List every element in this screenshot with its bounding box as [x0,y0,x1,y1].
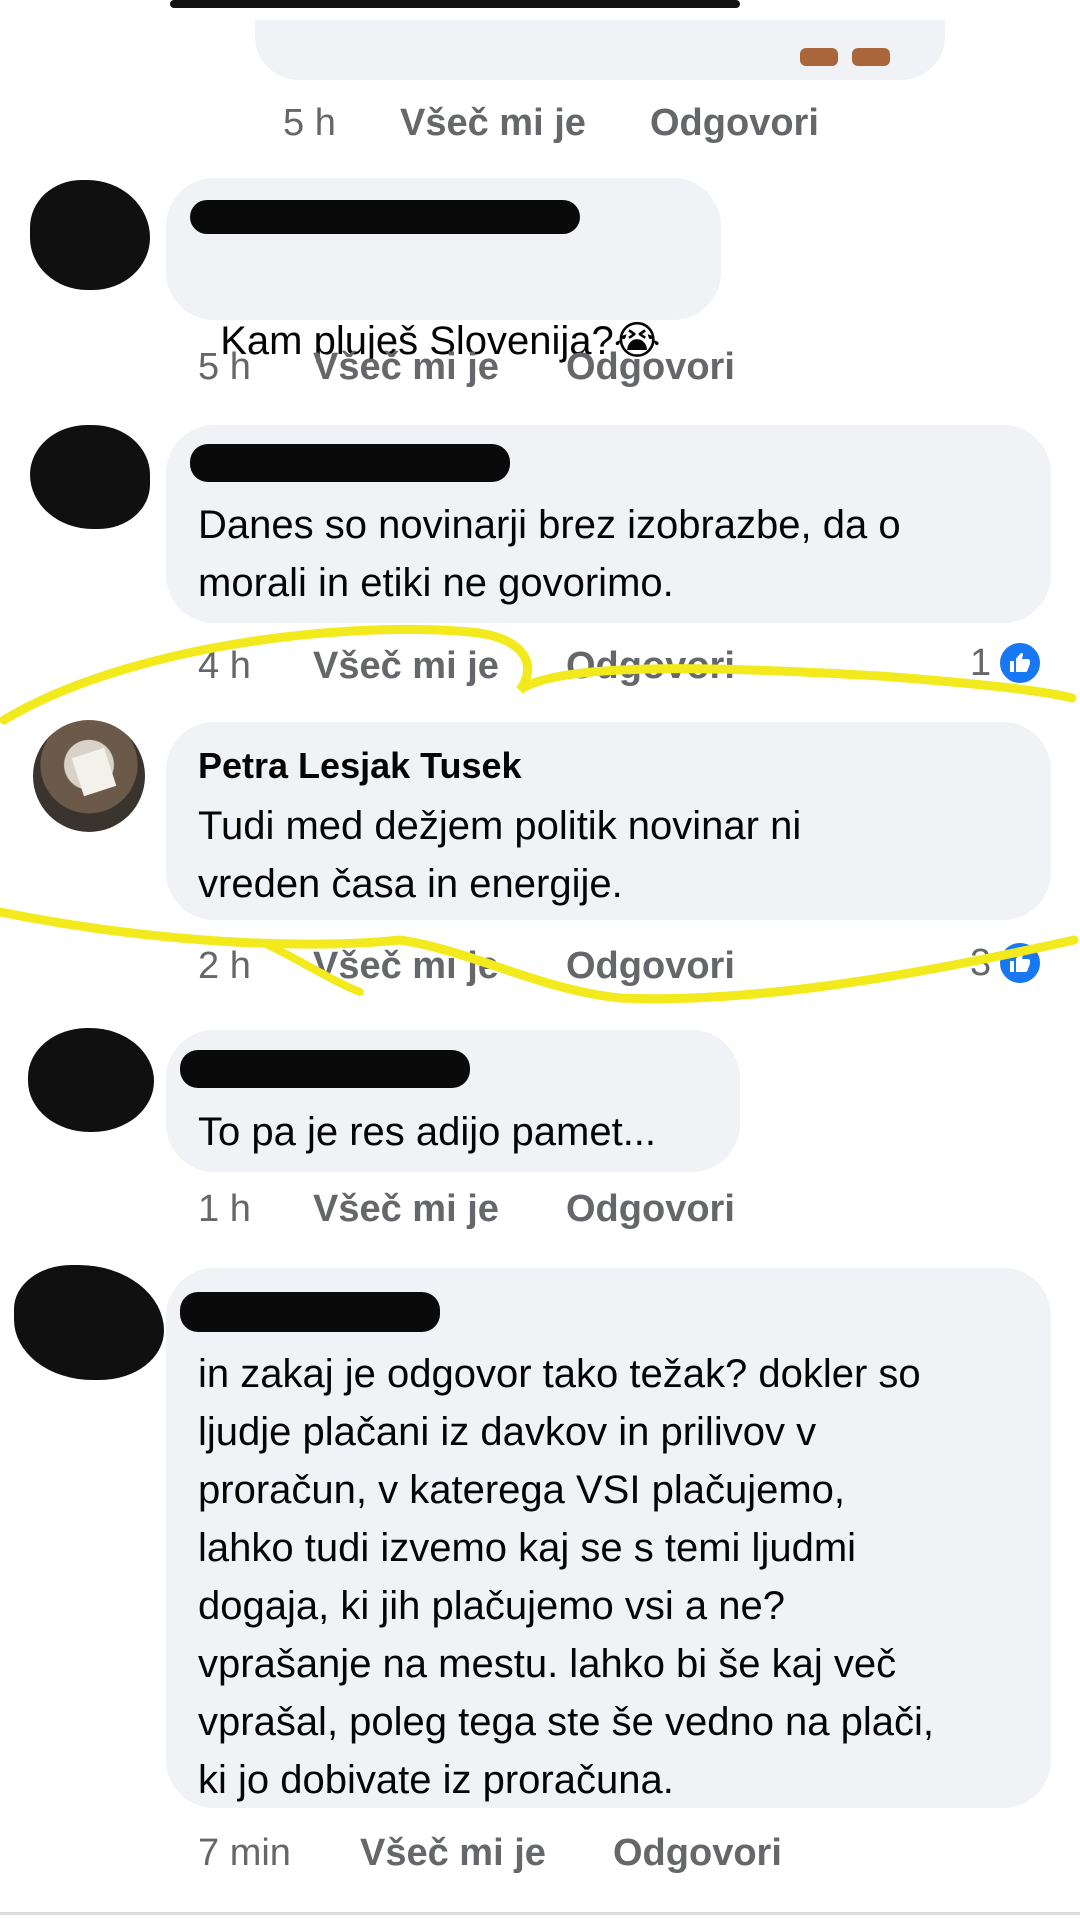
bottom-divider [0,1912,1080,1915]
reaction-count-value: 3 [970,941,992,984]
like-link[interactable]: Všeč mi je [313,346,499,389]
like-link[interactable]: Všeč mi je [313,1188,499,1231]
reaction-count-value: 1 [970,641,992,684]
comment-text: Danes so novinarji brez izobrazbe, da o … [198,503,901,605]
highlight-stroke [0,624,1077,725]
redacted-author-name [180,1050,470,1088]
reaction-count[interactable]: 1 [970,640,1044,686]
top-cut-bar [170,0,740,8]
reply-link[interactable]: Odgovori [613,1832,782,1875]
avatar[interactable] [14,1265,164,1380]
avatar-photo-book [71,747,117,797]
top-partial-bubble [255,20,945,80]
comment-time: 5 h [283,102,336,144]
like-thumb-icon [997,640,1044,686]
like-link[interactable]: Všeč mi je [313,945,499,988]
reply-link[interactable]: Odgovori [566,945,735,988]
highlight-stroke [0,907,1079,1004]
top-emoji-icon [800,48,838,66]
top-emoji-icon [852,48,890,66]
comment-text: in zakaj je odgovor tako težak? dokler s… [198,1352,935,1802]
author-name[interactable]: Petra Lesjak Tusek [198,745,522,787]
like-thumb-icon [997,940,1044,986]
redacted-author-name [180,1292,440,1332]
avatar[interactable] [33,720,145,832]
comment-time: 2 h [198,945,251,987]
reply-link[interactable]: Odgovori [566,1188,735,1231]
comment-time: 7 min [198,1832,291,1874]
reaction-count[interactable]: 3 [970,940,1044,986]
reply-link[interactable]: Odgovori [650,102,819,145]
comment-text: To pa je res adijo pamet... [198,1110,657,1154]
reply-link[interactable]: Odgovori [566,645,735,688]
avatar[interactable] [30,425,150,529]
reply-link[interactable]: Odgovori [566,346,735,389]
comment-time: 5 h [198,346,251,388]
like-link[interactable]: Všeč mi je [360,1832,546,1875]
avatar[interactable] [30,180,150,290]
comment-text: Tudi med dežjem politik novinar ni vrede… [198,804,802,906]
avatar[interactable] [28,1028,154,1132]
redacted-author-name [190,444,510,482]
comment-time: 4 h [198,645,251,687]
like-link[interactable]: Všeč mi je [313,645,499,688]
comment-time: 1 h [198,1188,251,1230]
redacted-author-name [190,200,580,234]
like-link[interactable]: Všeč mi je [400,102,586,145]
